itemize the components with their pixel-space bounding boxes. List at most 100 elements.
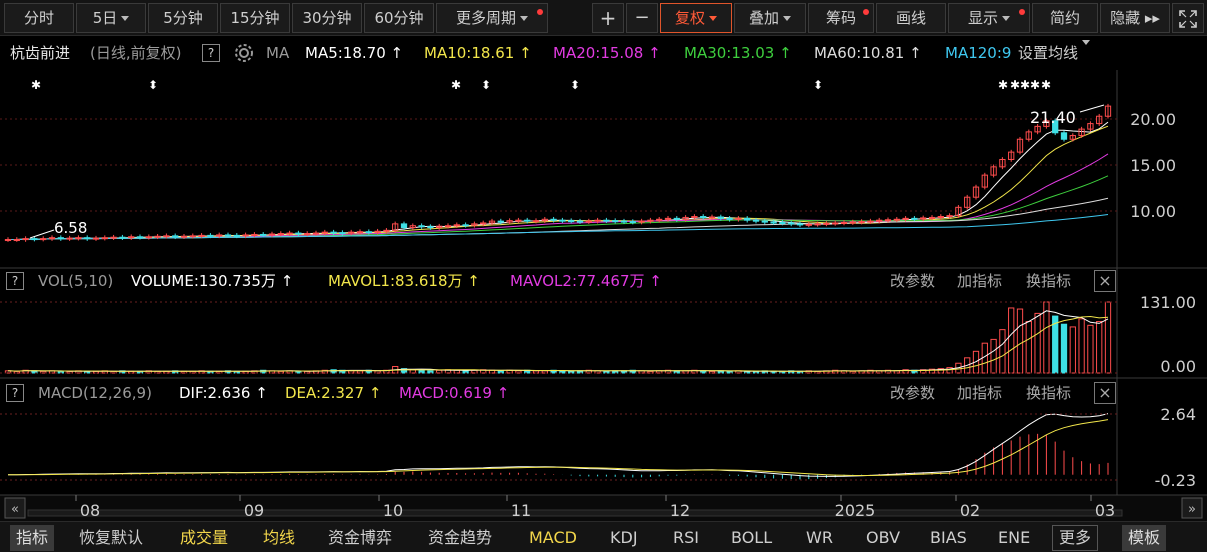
up-arrow-icon: ↑ [648,44,661,62]
event-marker-icon: ✱ [31,78,41,92]
indicator-tab-volume[interactable]: 成交量 [180,525,228,551]
vol-axis-label-min: 0.00 [1160,357,1196,376]
macd-add-indicator-button[interactable]: 加指标 [957,380,1002,406]
candle-body [75,237,82,240]
timeline-scrollbar[interactable] [27,509,1123,517]
volume-bar [1043,301,1050,374]
ma30-value: MA30:13.03 ↑ [684,40,792,66]
candle-body [858,221,865,224]
up-arrow-icon: ↑ [496,384,510,402]
candle-body [823,222,830,225]
up-arrow-icon: ↑ [280,272,294,290]
indicator-tab-ma[interactable]: 均线 [263,525,295,551]
macd-switch-indicator-button[interactable]: 换指标 [1026,380,1071,406]
macd-close-icon[interactable]: × [1094,382,1116,404]
dea-text: DEA:2.327 [285,384,365,402]
vol-close-icon[interactable]: × [1094,270,1116,292]
candle-body [717,216,724,219]
help-button[interactable]: ? [202,44,220,62]
candle-body [268,233,276,236]
candle-body [876,219,883,222]
indicator-tab-bias[interactable]: BIAS [930,525,967,551]
indicator-tab-kdj[interactable]: KDJ [610,525,638,551]
candle-body [348,231,355,234]
volume-bar [1096,321,1103,374]
macd-params-button[interactable]: 改参数 [890,380,935,406]
candle-body [40,238,47,241]
ma5-line [8,121,1109,240]
candle-body [726,217,733,220]
low-price-pointer [29,229,55,239]
dea-value: DEA:2.327 ↑ [285,380,381,406]
vol-params-button[interactable]: 改参数 [890,268,935,294]
up-arrow-icon: ↑ [255,384,268,402]
candle-body [656,218,663,221]
vol-help-button[interactable]: ? [6,272,24,290]
candle-body [31,238,38,241]
macd-axis-label-min: -0.23 [1155,471,1196,490]
mavol2-text: MAVOL2:77.467万 [510,272,645,290]
macd-value: MACD:0.619 ↑ [399,380,509,406]
candle-body [48,237,56,240]
candle-body [480,222,487,225]
indicator-tab-rsi[interactable]: RSI [673,525,699,551]
candle-body [770,221,777,224]
up-arrow-icon: ↑ [390,44,404,62]
candle-body [805,223,812,226]
low-price-label: 6.58 [54,219,87,237]
indicator-tab-wr[interactable]: WR [806,525,833,551]
event-markers: ✱ ⬍ ✱ ⬍ ⬍ ⬍ ✱ ✱ ✱ ✱ ✱ [31,78,1051,92]
set-ma-label: 设置均线 [1018,44,1079,62]
candle-body [515,219,522,222]
candle-body [233,234,240,237]
candle-body [937,216,944,219]
more-indicators-button[interactable]: 更多 [1052,525,1099,551]
template-button[interactable]: 模板 [1122,525,1167,551]
event-marker-icon: ✱ [1010,78,1020,92]
macd-title[interactable]: MACD(12,26,9) [38,380,152,406]
ma10-text: MA10:18.61 [424,44,515,62]
candle-body [4,239,12,242]
vol-switch-indicator-button[interactable]: 换指标 [1026,268,1071,294]
restore-default-button[interactable]: 恢复默认 [79,525,143,551]
ma120-value: MA120:9 [945,44,1012,62]
candle-body [832,222,839,225]
indicator-tab-macd[interactable]: MACD [529,525,577,551]
candle-body [620,220,628,223]
vol-add-indicator-button[interactable]: 加指标 [957,268,1002,294]
indicator-tab-obv[interactable]: OBV [866,525,900,551]
price-gridlines [0,118,1117,212]
macd-help-button[interactable]: ? [6,384,24,402]
candle-body [840,222,848,224]
ma30-text: MA30:13.03 [684,44,775,62]
gear-icon[interactable] [233,40,255,72]
candle-body [13,239,20,242]
set-ma-button[interactable]: 设置均线 [1018,40,1091,66]
candle-body [673,217,680,220]
ma-info-row: 杭齿前进 (日线,前复权) ? MA MA5:18.70 ↑ MA10:18.6… [0,40,1207,66]
event-marker-icon: ✱ [998,78,1008,92]
vol-axis-label-max: 131.00 [1140,293,1196,312]
indicator-tab-ene[interactable]: ENE [998,525,1030,551]
date-tick-label: 10 [383,501,403,520]
candle-body [594,219,601,222]
indicator-tab-boll[interactable]: BOLL [731,525,772,551]
indicator-tab-zhibiao[interactable]: 指标 [10,525,55,551]
date-axis-bar [0,495,1207,521]
volume-bar [1060,323,1068,374]
volume-bar [990,338,997,374]
candle-body [928,216,936,219]
vol-title[interactable]: VOL(5,10) [38,268,113,294]
chart-mode: (日线,前复权) [90,44,182,62]
indicator-tab-capital-game[interactable]: 资金博弈 [328,525,392,551]
event-marker-icon: ✱ [451,78,461,92]
dif-value: DIF:2.636 ↑ [179,380,268,406]
indicator-tab-capital-trend[interactable]: 资金趋势 [428,525,492,551]
candle-body [946,215,953,218]
mavol1-line [7,310,1109,372]
date-tick-label: 02 [960,501,980,520]
candle-body [788,222,795,225]
date-tick-label: 12 [670,501,690,520]
moving-average-lines [8,121,1109,240]
candle-body [700,216,707,219]
